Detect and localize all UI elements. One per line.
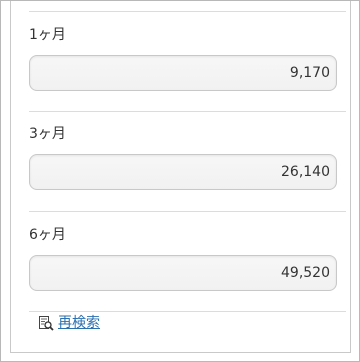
results-panel: 1ヶ月 9,170 3ヶ月 26,140 6ヶ月 49,520 再検索	[10, 1, 351, 353]
period-value-field-1-month[interactable]: 9,170	[29, 55, 337, 91]
divider	[29, 311, 346, 312]
search-document-icon	[38, 315, 54, 331]
research-link-container[interactable]: 再検索	[38, 314, 100, 332]
period-value-6-months: 49,520	[281, 265, 330, 281]
research-link[interactable]: 再検索	[58, 315, 100, 331]
period-label-3-months: 3ヶ月	[29, 126, 66, 142]
divider	[29, 111, 346, 112]
divider	[29, 211, 346, 212]
window-frame: 1ヶ月 9,170 3ヶ月 26,140 6ヶ月 49,520 再検索	[0, 0, 360, 362]
period-label-1-month: 1ヶ月	[29, 27, 66, 43]
period-value-field-6-months[interactable]: 49,520	[29, 255, 337, 291]
period-value-3-months: 26,140	[281, 164, 330, 180]
period-label-6-months: 6ヶ月	[29, 227, 66, 243]
period-value-1-month: 9,170	[289, 65, 330, 81]
period-value-field-3-months[interactable]: 26,140	[29, 154, 337, 190]
divider	[29, 11, 346, 12]
